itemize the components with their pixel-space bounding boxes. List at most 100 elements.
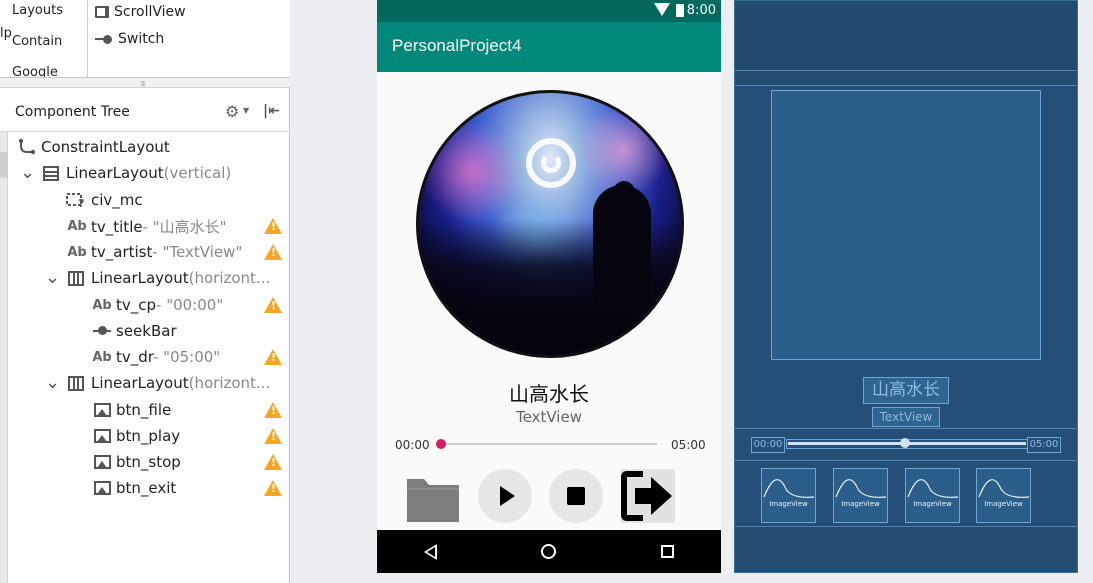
exit-icon	[621, 471, 672, 521]
tree-node-label: btn_stop	[116, 453, 181, 471]
play-icon	[500, 486, 515, 506]
image-view-icon	[92, 427, 112, 445]
panel-splitter[interactable]: ⁞⁞⁞⁞	[0, 78, 290, 88]
tree-node-constraintlayout[interactable]: ConstraintLayout	[0, 135, 290, 159]
scrollview-icon	[95, 6, 109, 18]
blueprint-button-label: ImageView	[984, 500, 1023, 508]
design-view[interactable]: 8:00 PersonalProject4 山高水长 TextView 00:0…	[377, 0, 721, 573]
app-bar: PersonalProject4	[377, 22, 721, 72]
home-icon[interactable]	[541, 544, 556, 559]
palette-item-scrollview[interactable]: ScrollView	[95, 4, 186, 20]
blueprint-current-time[interactable]: 00:00	[751, 437, 785, 453]
blueprint-stop-button[interactable]: ImageView	[905, 468, 960, 523]
constraint-layout-icon	[17, 137, 37, 157]
tree-node-seekbar[interactable]: seekBar	[0, 319, 290, 343]
chevron-down-icon[interactable]: ⌄	[20, 164, 35, 182]
blueprint-song-title[interactable]: 山高水长	[863, 377, 949, 404]
status-time: 8:00	[686, 3, 716, 18]
tree-node-tv-dr[interactable]: Ab tv_dr- "05:00" !	[0, 345, 290, 369]
android-studio-layout-editor: lp Layouts Contain Google ScrollView Swi…	[0, 0, 1093, 583]
tree-node-linearlayout-horizontal-buttons[interactable]: ⌄ LinearLayout(horizont...	[0, 371, 290, 395]
palette-category-layouts[interactable]: Layouts	[12, 3, 63, 18]
tree-node-civ-mc[interactable]: ? civ_mc	[0, 188, 290, 212]
blueprint-button-label: ImageView	[913, 500, 952, 508]
music-logo-icon	[526, 138, 576, 188]
design-canvas-background[interactable]	[291, 0, 377, 583]
blueprint-exit-button[interactable]: ImageView	[976, 468, 1031, 523]
seekbar[interactable]	[441, 443, 657, 445]
tree-node-label: ConstraintLayout	[41, 138, 170, 156]
custom-view-icon: ?	[66, 191, 86, 209]
palette-item-label: Switch	[118, 31, 165, 47]
image-placeholder-icon	[978, 479, 1030, 498]
blueprint-duration-time[interactable]: 05:00	[1027, 437, 1061, 453]
tree-node-tv-artist[interactable]: Ab tv_artist- "TextView" !	[0, 240, 290, 264]
tree-node-btn-exit[interactable]: btn_exit !	[0, 476, 290, 500]
status-bar: 8:00	[377, 0, 721, 22]
seekbar-thumb[interactable]	[436, 439, 446, 449]
image-placeholder-icon	[835, 479, 887, 498]
stop-button[interactable]	[549, 469, 603, 523]
tree-node-linearlayout-horizontal[interactable]: ⌄ LinearLayout(horizont...	[0, 266, 290, 290]
tree-node-tv-title[interactable]: Ab tv_title- "山高水长" !	[0, 214, 290, 238]
palette-category-containers[interactable]: Contain	[12, 34, 62, 49]
tree-node-label: tv_dr	[116, 348, 153, 366]
tree-node-meta: (horizont...	[188, 269, 271, 287]
tree-node-btn-play[interactable]: btn_play !	[0, 424, 290, 448]
blueprint-button-label: ImageView	[769, 500, 808, 508]
tree-node-btn-file[interactable]: btn_file !	[0, 398, 290, 422]
play-button[interactable]	[478, 469, 532, 523]
palette-categories: Layouts Contain Google	[8, 0, 88, 77]
text-view-icon: Ab	[92, 297, 112, 313]
blueprint-button-label: ImageView	[841, 500, 880, 508]
image-placeholder-icon	[907, 479, 959, 498]
image-placeholder-icon	[763, 479, 815, 498]
left-panel: lp Layouts Contain Google ScrollView Swi…	[0, 0, 290, 583]
tree-node-label: btn_file	[116, 401, 172, 419]
file-button[interactable]	[406, 469, 460, 523]
current-time[interactable]: 00:00	[395, 438, 430, 452]
blueprint-app-bar	[735, 1, 1077, 71]
tree-node-tv-cp[interactable]: Ab tv_cp- "00:00" !	[0, 293, 290, 317]
chevron-down-icon[interactable]: ▼	[243, 106, 249, 115]
palette-category-google[interactable]: Google	[12, 65, 58, 77]
tree-node-meta: - "山高水长"	[142, 217, 227, 236]
tree-node-label: seekBar	[116, 322, 177, 340]
tree-node-meta: - "05:00"	[153, 348, 221, 366]
tree-node-linearlayout-vertical[interactable]: ⌄ LinearLayout(vertical)	[0, 161, 290, 185]
tree-node-meta: - "00:00"	[156, 296, 224, 314]
song-artist[interactable]: TextView	[377, 408, 721, 426]
tree-node-meta: (horizont...	[188, 374, 271, 392]
chevron-down-icon[interactable]: ⌄	[45, 374, 60, 392]
blueprint-play-button[interactable]: ImageView	[833, 468, 888, 523]
tree-node-btn-stop[interactable]: btn_stop !	[0, 450, 290, 474]
component-tree-title: Component Tree	[15, 104, 130, 120]
duration-time[interactable]: 05:00	[671, 438, 706, 452]
gear-icon[interactable]: ⚙	[225, 102, 239, 121]
album-art-circle-image[interactable]	[416, 90, 684, 358]
blueprint-seekbar-thumb[interactable]	[900, 438, 910, 448]
performer-silhouette	[593, 185, 651, 315]
blueprint-album-art[interactable]	[771, 90, 1041, 360]
tree-node-label: LinearLayout	[91, 374, 189, 392]
blueprint-file-button[interactable]: ImageView	[761, 468, 816, 523]
blueprint-song-artist[interactable]: TextView	[872, 407, 940, 427]
text-view-icon: Ab	[92, 349, 112, 365]
song-title[interactable]: 山高水长	[377, 378, 721, 407]
drag-grip-icon[interactable]: ⁞⁞⁞⁞	[140, 80, 146, 88]
tree-node-label: civ_mc	[91, 191, 143, 209]
chevron-down-icon[interactable]: ⌄	[45, 269, 60, 287]
linear-horizontal-icon	[67, 374, 85, 392]
blueprint-view[interactable]: 山高水长 TextView 00:00 05:00 ImageView Imag…	[734, 0, 1078, 573]
linear-vertical-icon	[42, 164, 60, 182]
recents-icon[interactable]	[661, 545, 674, 558]
image-view-icon	[92, 401, 112, 419]
palette-item-switch[interactable]: Switch	[95, 31, 164, 47]
component-tree-header: Component Tree ⚙ ▼ |⇤	[0, 96, 290, 132]
hide-panel-icon[interactable]: |⇤	[263, 103, 280, 119]
tree-node-label: tv_cp	[116, 296, 157, 314]
image-view-icon	[92, 479, 112, 497]
palette-panel: lp Layouts Contain Google ScrollView Swi…	[0, 0, 290, 78]
exit-button[interactable]	[621, 469, 675, 523]
seekbar-icon	[92, 322, 112, 340]
